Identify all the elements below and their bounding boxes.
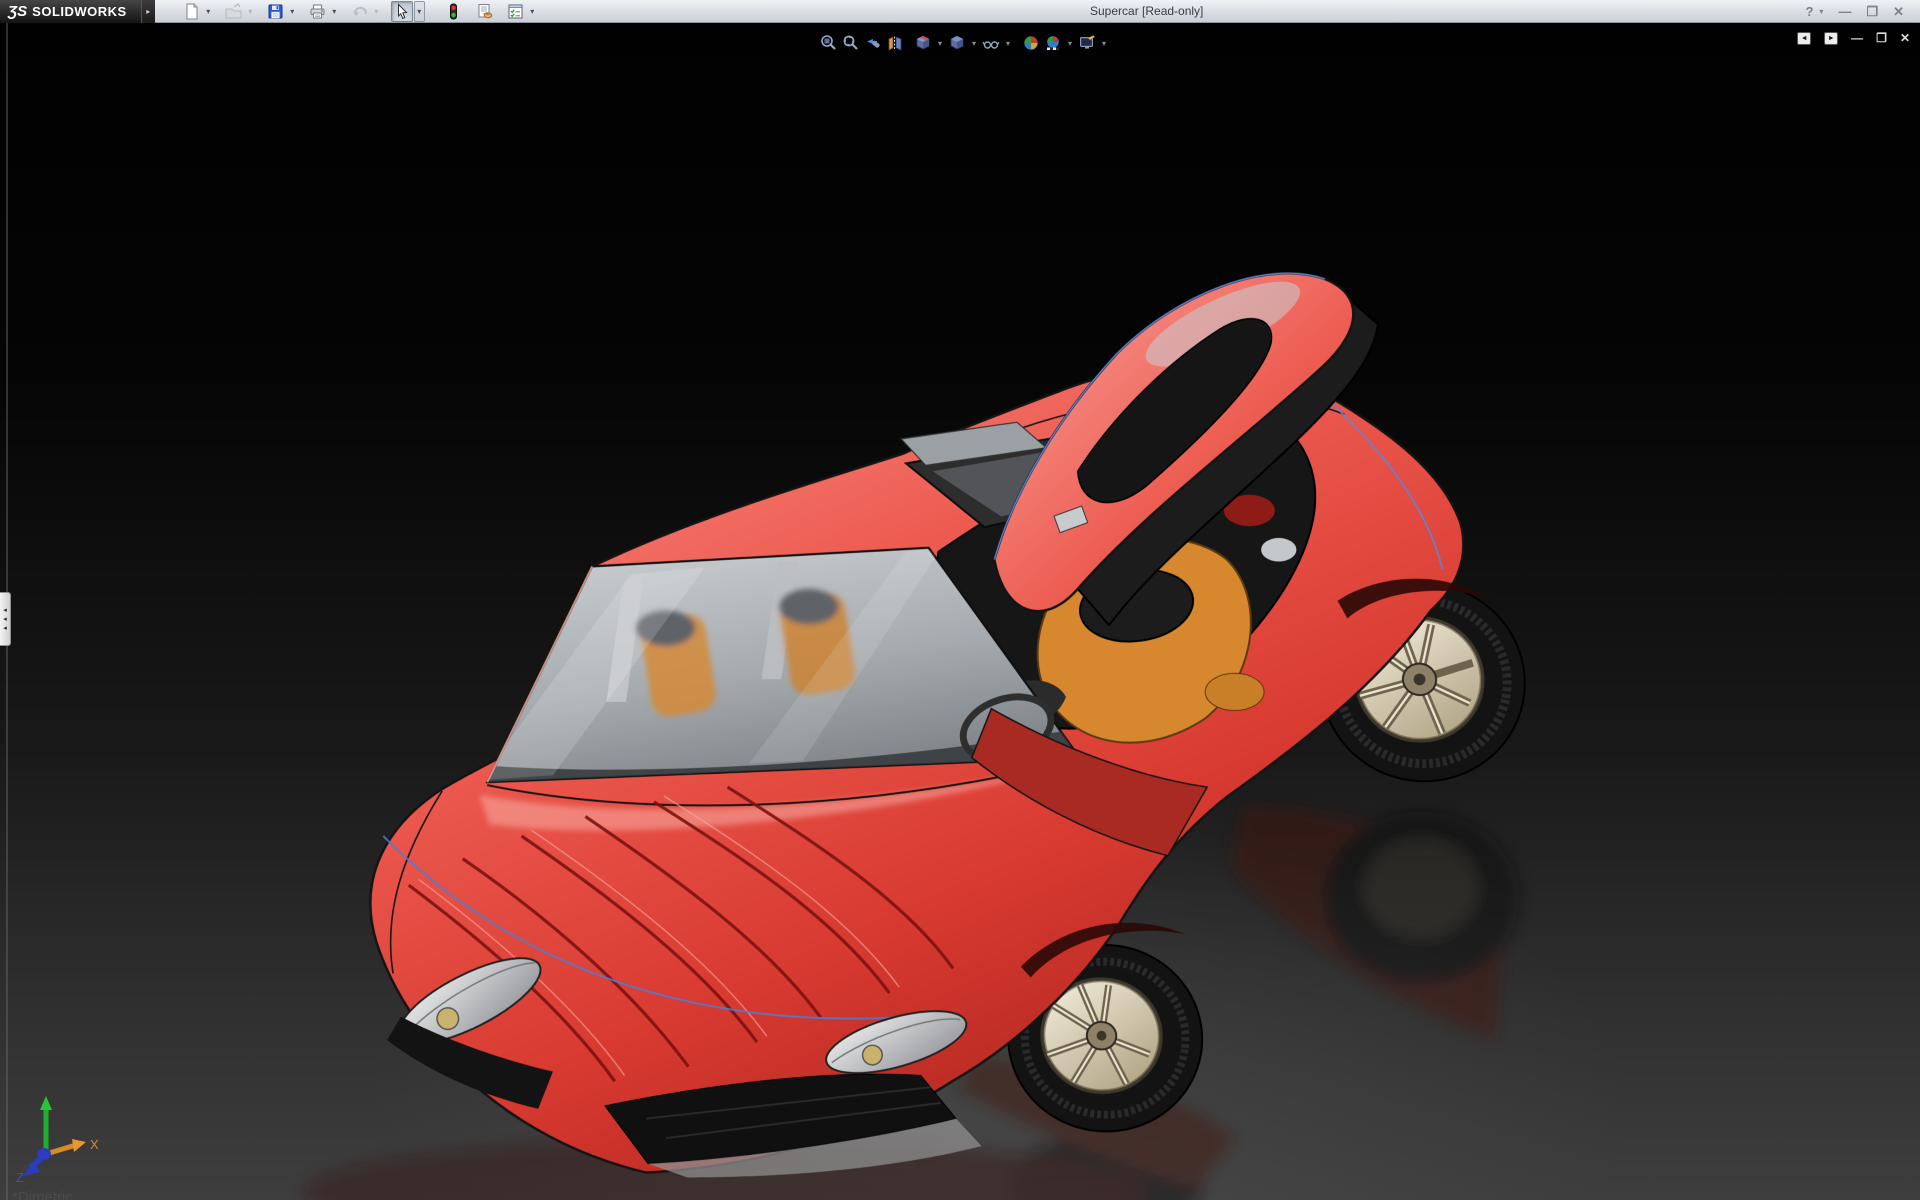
display-style-icon	[948, 34, 966, 52]
edit-appearance-icon	[1022, 34, 1040, 52]
view-settings-icon	[1078, 34, 1096, 52]
close-button[interactable]: ✕	[1893, 0, 1904, 23]
reference-triad: X Z	[14, 1092, 102, 1184]
undo-dropdown[interactable]: ▾	[371, 1, 382, 22]
viewport-restore-button[interactable]: ❐	[1876, 31, 1887, 45]
viewport-close-button[interactable]: ✕	[1900, 31, 1910, 45]
feature-manager-collapsed-tab[interactable]: ◂ ◂ ◂	[0, 592, 11, 646]
help-dropdown[interactable]: ▾	[1819, 7, 1823, 16]
section-view-button[interactable]	[884, 32, 906, 54]
supercar-model[interactable]	[0, 23, 1920, 1200]
traffic-light-icon	[445, 3, 462, 20]
view-orientation-button[interactable]	[912, 32, 934, 54]
minimize-button[interactable]: —	[1838, 0, 1851, 23]
zoom-to-fit-icon	[820, 34, 838, 52]
standard-toolbar: ▾ ▾ ▾	[181, 1, 538, 22]
save-button[interactable]	[265, 1, 287, 22]
display-style-dropdown[interactable]: ▾	[968, 39, 980, 48]
edit-appearance-button[interactable]	[1020, 32, 1042, 54]
help-button[interactable]: ?	[1805, 0, 1813, 23]
menu-expand-tab[interactable]: ▸	[141, 0, 155, 23]
select-cursor-icon	[394, 3, 410, 20]
zoom-to-fit-button[interactable]	[818, 32, 840, 54]
triad-x-label: X	[90, 1137, 99, 1152]
solidworks-logo-text: SOLIDWORKS	[32, 0, 127, 23]
print-icon	[309, 3, 326, 20]
select-button[interactable]	[391, 1, 413, 22]
rebuild-traffic-light-button[interactable]	[443, 1, 465, 22]
view-settings-dropdown[interactable]: ▾	[1098, 39, 1110, 48]
title-bar: ƷS SOLIDWORKS ▸ ▾ ▾	[0, 0, 1920, 23]
save-icon	[267, 3, 284, 20]
apply-scene-button[interactable]	[1042, 32, 1064, 54]
zoom-to-area-button[interactable]	[840, 32, 862, 54]
new-document-dropdown[interactable]: ▾	[203, 1, 214, 22]
zoom-to-area-icon	[842, 34, 860, 52]
view-settings-button[interactable]	[1076, 32, 1098, 54]
solidworks-logo-mark: ƷS	[8, 0, 27, 23]
previous-window-button[interactable]: ◄	[1797, 32, 1811, 45]
save-dropdown[interactable]: ▾	[287, 1, 298, 22]
options-icon	[507, 3, 524, 20]
view-orientation-label: *Dimetric	[12, 1189, 73, 1200]
file-properties-button[interactable]	[474, 1, 496, 22]
print-dropdown[interactable]: ▾	[329, 1, 340, 22]
previous-view-button[interactable]	[862, 32, 884, 54]
graphics-viewport[interactable]: ▾ ▾ ▾	[0, 23, 1920, 1200]
apply-scene-dropdown[interactable]: ▾	[1064, 39, 1076, 48]
previous-view-icon	[864, 34, 882, 52]
view-orientation-dropdown[interactable]: ▾	[934, 39, 946, 48]
view-orientation-icon	[914, 34, 932, 52]
options-button[interactable]	[505, 1, 527, 22]
hide-show-items-icon	[982, 34, 1000, 52]
section-view-icon	[886, 34, 904, 52]
heads-up-view-toolbar: ▾ ▾ ▾	[818, 32, 1110, 54]
display-style-button[interactable]	[946, 32, 968, 54]
next-window-button[interactable]: ►	[1824, 32, 1838, 45]
new-document-button[interactable]	[181, 1, 203, 22]
document-title: Supercar [Read-only]	[1090, 0, 1203, 23]
hide-show-items-button[interactable]	[980, 32, 1002, 54]
window-controls: ? ▾ — ❐ ✕	[1805, 0, 1904, 23]
undo-button[interactable]	[349, 1, 371, 22]
hide-show-items-dropdown[interactable]: ▾	[1002, 39, 1014, 48]
select-dropdown[interactable]: ▾	[414, 1, 425, 22]
open-button[interactable]	[223, 1, 245, 22]
new-document-icon	[183, 3, 200, 20]
open-dropdown[interactable]: ▾	[245, 1, 256, 22]
solidworks-logo: ƷS SOLIDWORKS	[0, 0, 141, 23]
document-window-controls: ◄ ► — ❐ ✕	[1797, 31, 1910, 45]
options-dropdown[interactable]: ▾	[527, 1, 538, 22]
triad-z-label: Z	[16, 1170, 24, 1184]
apply-scene-icon	[1044, 34, 1062, 52]
undo-icon	[351, 3, 369, 20]
print-button[interactable]	[307, 1, 329, 22]
open-icon	[225, 3, 242, 20]
file-properties-icon	[476, 3, 494, 20]
restore-button[interactable]: ❐	[1866, 0, 1878, 23]
viewport-minimize-button[interactable]: —	[1851, 31, 1863, 45]
